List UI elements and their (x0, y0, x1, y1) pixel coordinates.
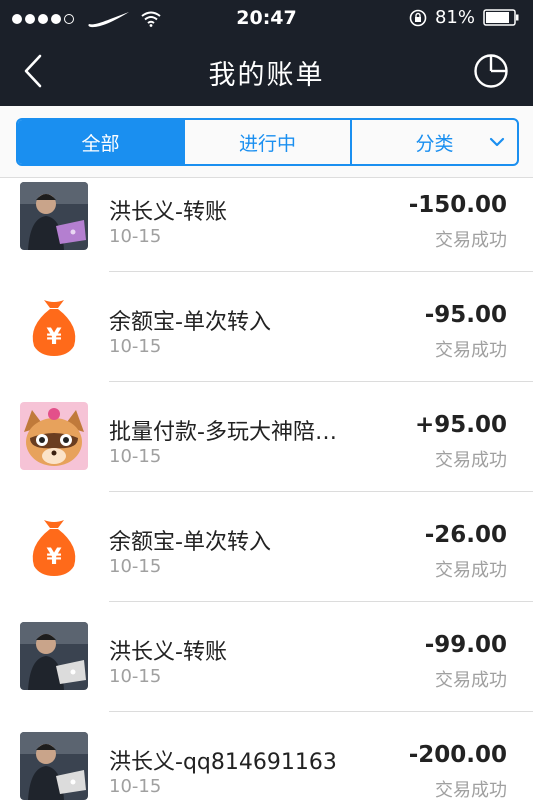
list-item[interactable]: 洪长义-转账 10-15 -99.00 交易成功 (0, 602, 533, 712)
chevron-down-icon (489, 137, 505, 147)
transaction-amount: -99.00 (424, 632, 507, 658)
transaction-date: 10-15 (109, 226, 162, 247)
nav-bar: 我的账单 (0, 36, 533, 106)
transaction-list: 洪长义-转账 10-15 -150.00 交易成功 ¥ 余额宝-单次转入 10-… (0, 178, 533, 800)
yuebao-bag-icon: ¥ (20, 512, 88, 580)
transaction-amount: -95.00 (424, 302, 507, 328)
filter-bar: 全部 进行中 分类 (0, 106, 533, 178)
transaction-amount: -150.00 (408, 192, 507, 218)
transaction-date: 10-15 (109, 336, 162, 357)
transaction-title: 余额宝-单次转入 (109, 310, 271, 335)
svg-text:¥: ¥ (46, 545, 62, 570)
transaction-status: 交易成功 (435, 450, 507, 471)
list-item[interactable]: ¥ 余额宝-单次转入 10-15 -95.00 交易成功 (0, 272, 533, 382)
transaction-amount: -200.00 (408, 742, 507, 768)
status-bar: 20:47 81% (0, 0, 533, 36)
list-item[interactable]: 批量付款-多玩大神陪… 10-15 +95.00 交易成功 (0, 382, 533, 492)
pie-chart-icon[interactable] (473, 53, 509, 89)
tab-all[interactable]: 全部 (18, 120, 185, 164)
yuebao-bag-icon: ¥ (20, 292, 88, 360)
tab-label: 进行中 (238, 132, 296, 155)
transaction-title: 洪长义-qq814691163 (109, 750, 337, 775)
raccoon-avatar (20, 402, 88, 470)
transaction-status: 交易成功 (435, 230, 507, 251)
avatar (20, 182, 88, 250)
avatar (20, 732, 88, 800)
battery-icon (483, 9, 519, 26)
transaction-date: 10-15 (109, 556, 162, 577)
list-item[interactable]: 洪长义-qq814691163 10-15 -200.00 交易成功 (0, 712, 533, 800)
svg-text:¥: ¥ (46, 325, 62, 350)
battery-percent: 81% (434, 7, 475, 28)
transaction-date: 10-15 (109, 666, 162, 687)
transaction-status: 交易成功 (435, 670, 507, 691)
avatar (20, 622, 88, 690)
transaction-status: 交易成功 (435, 340, 507, 361)
transaction-date: 10-15 (109, 776, 162, 797)
rotation-lock-icon (409, 9, 427, 26)
page-title: 我的账单 (208, 60, 325, 91)
transaction-title: 余额宝-单次转入 (109, 530, 271, 555)
list-item[interactable]: ¥ 余额宝-单次转入 10-15 -26.00 交易成功 (0, 492, 533, 602)
tab-label: 分类 (415, 132, 454, 155)
tab-category[interactable]: 分类 (352, 120, 517, 164)
list-item[interactable]: 洪长义-转账 10-15 -150.00 交易成功 (0, 178, 533, 272)
tab-in-progress[interactable]: 进行中 (185, 120, 352, 164)
transaction-status: 交易成功 (435, 780, 507, 800)
transaction-title: 洪长义-转账 (109, 200, 227, 225)
transaction-status: 交易成功 (435, 560, 507, 581)
transaction-title: 洪长义-转账 (109, 640, 227, 665)
segmented-control: 全部 进行中 分类 (16, 118, 519, 166)
transaction-title: 批量付款-多玩大神陪… (109, 420, 337, 445)
transaction-amount: +95.00 (414, 412, 507, 438)
transaction-date: 10-15 (109, 446, 162, 467)
transaction-amount: -26.00 (424, 522, 507, 548)
tab-label: 全部 (81, 132, 120, 155)
